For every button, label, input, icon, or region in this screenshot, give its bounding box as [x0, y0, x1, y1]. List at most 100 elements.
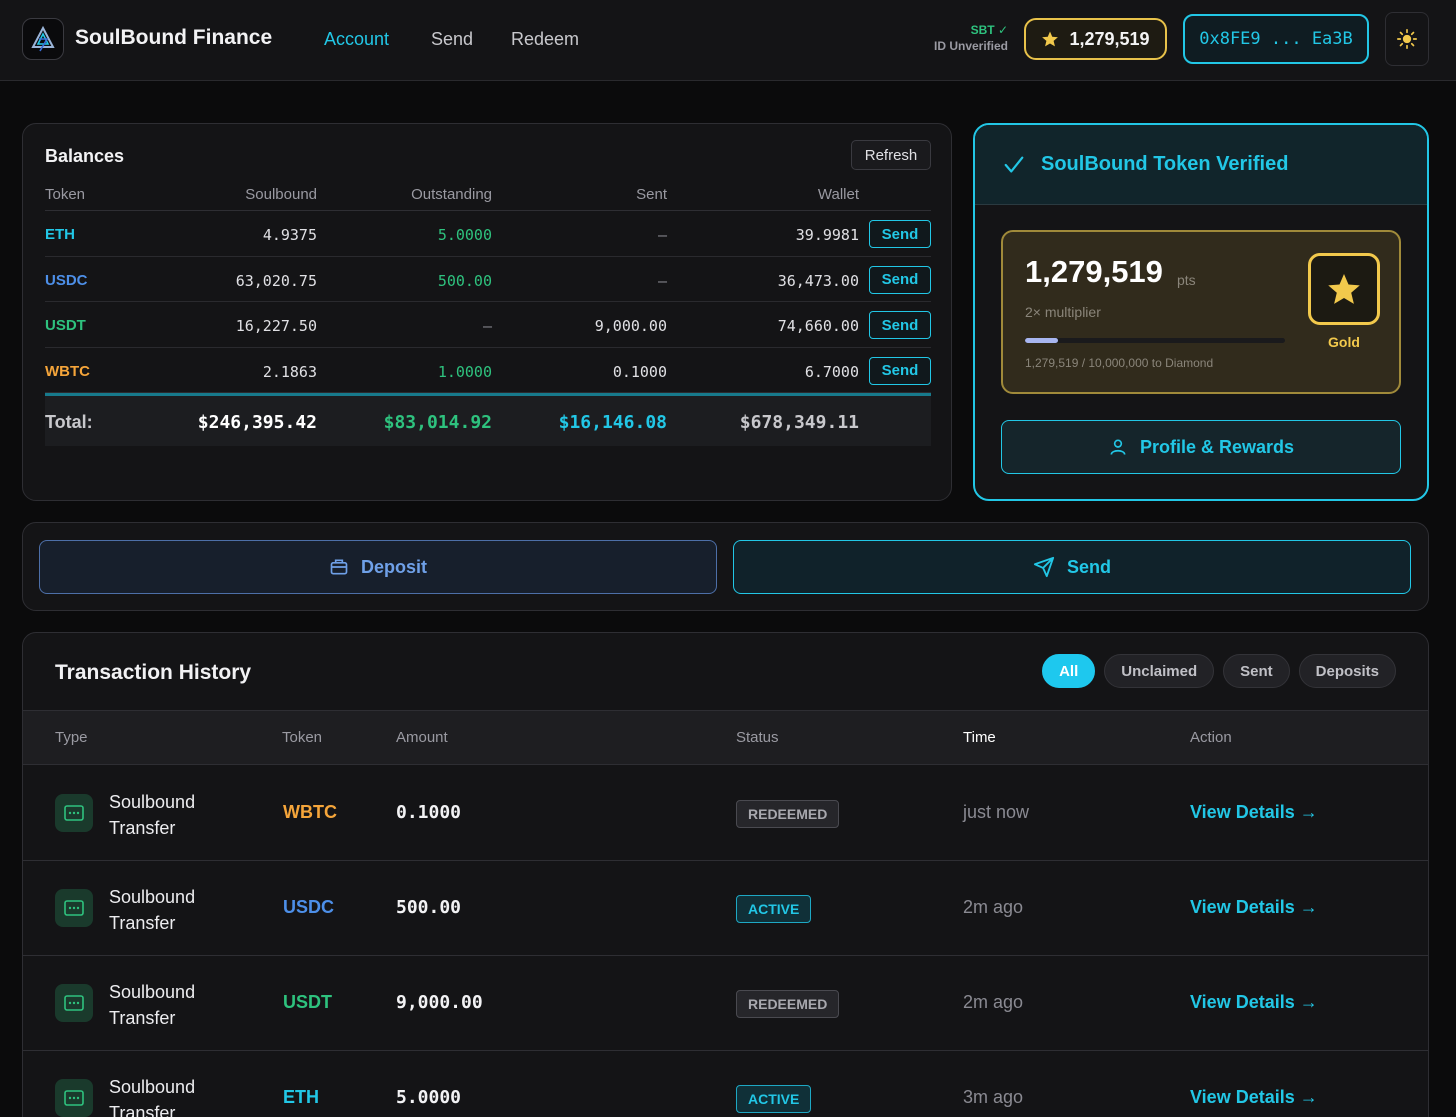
sbt-status: SBT ✓: [970, 23, 1008, 37]
wallet-value: 39.9981: [795, 226, 859, 244]
view-details-link[interactable]: View Details →: [1190, 992, 1318, 1013]
status-badge: REDEEMED: [736, 990, 840, 1018]
verified-header: SoulBound Token Verified: [975, 125, 1427, 205]
token-symbol: ETH: [45, 226, 75, 243]
col-sent: Sent: [636, 186, 667, 203]
action-bar: Deposit Send: [22, 522, 1429, 611]
balances-header-row: Token Soulbound Outstanding Sent Wallet: [45, 180, 931, 211]
col-amount: Amount: [396, 729, 448, 746]
row-send-button[interactable]: Send: [869, 311, 931, 339]
filter-unclaimed[interactable]: Unclaimed: [1104, 654, 1215, 688]
top-header: SoulBound Finance Account Send Redeem SB…: [0, 0, 1456, 81]
sent-value: 9,000.00: [594, 317, 667, 335]
outstanding-value: 1.0000: [437, 362, 492, 381]
nav-redeem[interactable]: Redeem: [511, 29, 579, 50]
status-badge: REDEEMED: [736, 800, 840, 828]
view-details-link[interactable]: View Details →: [1190, 897, 1318, 918]
transaction-row[interactable]: Soulbound Transfer USDT 9,000.00 REDEEMED 2m…: [23, 956, 1428, 1051]
send-plane-icon: [1033, 556, 1055, 578]
points-pill[interactable]: 1,279,519: [1024, 18, 1167, 60]
verified-card: SoulBound Token Verified 1,279,519 pts 2…: [973, 123, 1429, 501]
transaction-history-title: Transaction History: [55, 661, 252, 684]
balance-row: USDT 16,227.50 – 9,000.00 74,660.00 Send: [45, 302, 931, 348]
wallet-address-button[interactable]: 0x8FE9 ... Ea3B: [1183, 14, 1369, 64]
user-icon: [1110, 439, 1126, 455]
col-wallet: Wallet: [817, 186, 859, 203]
transaction-row[interactable]: Soulbound Transfer ETH 5.0000 ACTIVE 3m ago V…: [23, 1051, 1428, 1117]
profile-rewards-button[interactable]: Profile & Rewards: [1001, 420, 1401, 474]
filter-deposits[interactable]: Deposits: [1298, 654, 1396, 688]
balances-card: Balances Refresh Token Soulbound Outstan…: [22, 123, 952, 501]
status-badge: ACTIVE: [736, 1085, 812, 1113]
transaction-type: Soulbound Transfer: [109, 982, 196, 1028]
refresh-button[interactable]: Refresh: [851, 140, 931, 170]
wallet-value: 36,473.00: [777, 271, 859, 290]
total-wallet: $678,349.11: [739, 412, 859, 433]
app-title: SoulBound Finance: [75, 26, 273, 49]
points-value: 1,279,519: [1069, 28, 1150, 49]
star-icon: [1042, 31, 1059, 47]
deposit-button[interactable]: Deposit: [39, 540, 717, 594]
wallet-value: 74,660.00: [777, 317, 859, 335]
total-soulbound: $246,395.42: [197, 412, 317, 433]
col-soulbound: Soulbound: [245, 186, 317, 203]
transaction-amount: 9,000.00: [396, 992, 483, 1013]
transaction-token: ETH: [283, 1087, 319, 1107]
balances-title: Balances: [45, 146, 125, 166]
check-icon: [1004, 156, 1024, 173]
tier-progress-text: 1,279,519 / 10,000,000 to Diamond: [1025, 356, 1214, 370]
soulbound-value: 4.9375: [262, 226, 317, 244]
transaction-row[interactable]: Soulbound Transfer USDC 500.00 ACTIVE 2m ago…: [23, 861, 1428, 956]
tier-progress-bar: [1025, 338, 1285, 343]
outstanding-value: 5.0000: [437, 226, 492, 244]
total-outstanding: $83,014.92: [383, 412, 492, 433]
row-send-button[interactable]: Send: [869, 356, 931, 385]
nav-account[interactable]: Account: [324, 29, 389, 50]
points-panel: 1,279,519 pts 2× multiplier 1,279,519 / …: [1001, 230, 1401, 394]
verified-title: SoulBound Token Verified: [1041, 153, 1289, 175]
view-details-link[interactable]: View Details →: [1190, 802, 1318, 823]
balances-table: Token Soulbound Outstanding Sent Wallet …: [45, 180, 931, 446]
view-details-link[interactable]: View Details →: [1190, 1087, 1318, 1108]
balance-row: WBTC 2.1863 1.0000 0.1000 6.7000 Send: [45, 348, 931, 393]
soulbound-value: 16,227.50: [235, 317, 317, 335]
transaction-type: Soulbound Transfer: [109, 792, 196, 838]
col-status: Status: [736, 729, 779, 746]
row-send-button[interactable]: Send: [869, 265, 931, 294]
balance-row: ETH 4.9375 5.0000 – 39.9981 Send: [45, 211, 931, 257]
message-icon: [55, 984, 93, 1022]
transaction-row[interactable]: Soulbound Transfer WBTC 0.1000 REDEEMED just…: [23, 766, 1428, 861]
outstanding-value: –: [482, 317, 492, 335]
filter-sent[interactable]: Sent: [1223, 654, 1290, 688]
transaction-token: WBTC: [283, 802, 337, 822]
col-action: Action: [1190, 729, 1232, 746]
theme-toggle-button[interactable]: [1385, 12, 1429, 66]
app-logo-icon[interactable]: [22, 18, 64, 60]
transaction-time: 3m ago: [963, 1087, 1024, 1107]
sent-value: 0.1000: [612, 362, 667, 381]
wallet-value: 6.7000: [804, 362, 859, 381]
balance-row: USDC 63,020.75 500.00 – 36,473.00 Send: [45, 257, 931, 302]
sent-value: –: [657, 271, 667, 290]
col-token: Token: [282, 729, 323, 746]
transaction-amount: 0.1000: [396, 802, 462, 823]
multiplier-text: 2× multiplier: [1025, 304, 1101, 320]
sent-value: –: [657, 226, 667, 244]
transaction-time: 2m ago: [963, 992, 1024, 1012]
star-icon: [1328, 274, 1360, 304]
send-button[interactable]: Send: [733, 540, 1411, 594]
total-sent: $16,146.08: [558, 412, 667, 433]
soulbound-value: 63,020.75: [235, 271, 317, 290]
col-time[interactable]: Time: [963, 729, 996, 746]
soulbound-value: 2.1863: [262, 362, 317, 381]
tier-progress-fill: [1025, 338, 1059, 343]
transaction-time: just now: [963, 802, 1030, 822]
col-outstanding: Outstanding: [411, 186, 492, 203]
tier-label: Gold: [1328, 334, 1360, 350]
message-icon: [55, 794, 93, 832]
sun-icon: [1397, 29, 1417, 49]
row-send-button[interactable]: Send: [869, 220, 931, 248]
id-status: ID Unverified: [933, 39, 1008, 53]
filter-all[interactable]: All: [1042, 654, 1096, 688]
nav-send[interactable]: Send: [431, 29, 473, 50]
